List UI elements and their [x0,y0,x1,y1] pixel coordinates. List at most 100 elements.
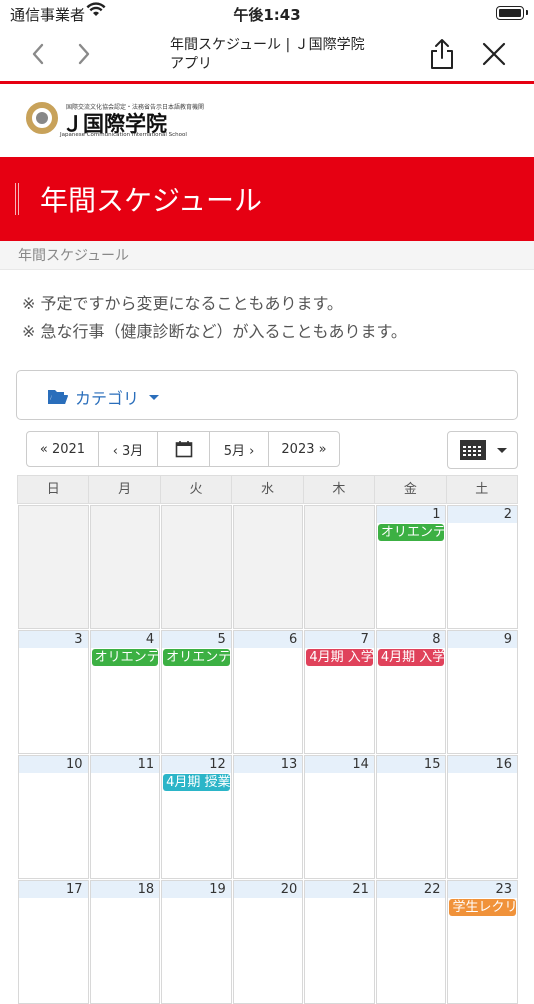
back-button[interactable] [22,38,54,70]
banner-title: 年間スケジュール [40,184,263,217]
calendar-event[interactable]: オリエンテーション [377,524,445,541]
day-number: 8 [376,631,446,648]
today-button[interactable] [158,432,210,466]
clock: 午後1:43 [233,6,301,24]
calendar-day[interactable]: 16 [447,755,519,879]
note-line: ※ 予定ですから変更になることもあります。 [22,294,343,313]
breadcrumb: 年間スケジュール [0,241,534,270]
prev-month-button[interactable]: ‹ 3月 [99,432,158,466]
calendar-day[interactable]: 6 [232,630,304,754]
share-button[interactable] [426,38,458,70]
browser-toolbar: 年間スケジュール | Ｊ国際学院アプリ [0,28,534,84]
calendar-day[interactable]: 23学生レクリエーション [447,880,519,1004]
weekday-header: 日月火水木金 土 [17,475,518,504]
day-number: 1 [376,506,446,523]
calendar-day [18,505,89,629]
day-number: 20 [233,881,303,898]
day-number: 17 [19,881,88,898]
calendar-day[interactable]: 3 [18,630,89,754]
calendar-day[interactable]: 15 [375,755,447,879]
category-label: カテゴリ [75,389,140,408]
calendar-day[interactable]: 18 [89,880,161,1004]
calendar-day[interactable]: 9 [447,630,519,754]
day-number: 6 [233,631,303,648]
day-number: 11 [90,756,160,773]
day-number: 23 [448,881,518,898]
day-number: 18 [90,881,160,898]
notes: ※ 予定ですから変更になることもあります。 ※ 急な行事（健康診断など）が入るこ… [22,290,407,346]
calendar-day[interactable]: 17 [18,880,89,1004]
next-month-button[interactable]: 5月 › [210,432,269,466]
school-logo[interactable]: 国際交流文化協会認定・法務省告示日本語教育機関 Ｊ国際学院 Japanese C… [26,96,204,144]
calendar-week: 17181920212223学生レクリエーション [17,879,519,1004]
calendar-day[interactable]: 1オリエンテーション [375,505,447,629]
calendar-icon [175,441,192,458]
calendar-day [89,505,161,629]
calendar-day[interactable]: 124月期 授業開始 [161,755,232,879]
calendar-day[interactable]: 13 [232,755,304,879]
calendar-week: 1オリエンテーション2 [17,504,519,629]
chevron-right-icon [78,43,90,65]
caret-down-icon [149,394,160,400]
weekday-label: 土 [475,482,489,497]
calendar-day[interactable]: 10 [18,755,89,879]
day-number: 22 [376,881,446,898]
share-icon [431,39,453,69]
calendar-day[interactable]: 74月期 入学式 [304,630,375,754]
calendar-grid-icon [459,440,486,460]
view-switch-button[interactable] [447,431,518,469]
day-number: 3 [19,631,88,648]
category-filter[interactable]: カテゴリ [16,370,518,420]
page-title: 年間スケジュール | Ｊ国際学院アプリ [170,37,365,72]
calendar-day[interactable]: 20 [232,880,304,1004]
calendar-event[interactable]: 4月期 入学式 [306,649,373,666]
calendar-event[interactable]: 学生レクリエーション [449,899,517,916]
calendar-day[interactable]: 2 [447,505,519,629]
calendar-day[interactable]: 4オリエンテーション [89,630,161,754]
weekday-label: 木 [304,476,376,503]
day-number: 13 [233,756,303,773]
calendar-day[interactable]: 14 [304,755,375,879]
calendar-day[interactable]: 22 [375,880,447,1004]
weekday-label: 金 [375,476,447,503]
calendar-event[interactable]: オリエンテーション [91,649,159,666]
calendar: 日月火水木金土 1オリエンテーション234オリエンテーション5オリエンテーション… [17,475,519,1004]
logo-subtitle: Japanese Communication International Sch… [60,132,187,138]
calendar-event[interactable]: 4月期 授業開始 [163,774,230,791]
day-number: 9 [448,631,518,648]
calendar-day [304,505,375,629]
calendar-day [161,505,232,629]
day-number: 14 [305,756,374,773]
calendar-week: 1011124月期 授業開始13141516 [17,754,519,879]
day-number: 15 [376,756,446,773]
calendar-event[interactable]: 4月期 入学式 [377,649,445,666]
day-number: 5 [162,631,231,648]
chevron-left-icon [32,43,44,65]
folder-open-icon [48,390,68,404]
note-line: ※ 急な行事（健康診断など）が入ることもあります。 [22,322,407,341]
calendar-nav: « 2021 ‹ 3月 5月 › 2023 » [26,431,340,467]
logo-mark-icon [26,102,58,134]
calendar-day[interactable]: 11 [89,755,161,879]
next-year-button[interactable]: 2023 » [269,432,339,466]
forward-button[interactable] [68,38,100,70]
prev-year-button[interactable]: « 2021 [27,432,99,466]
caret-down-icon [496,447,507,453]
weekday-label: 水 [232,476,304,503]
day-number: 19 [162,881,231,898]
day-number: 21 [305,881,374,898]
day-number: 7 [305,631,374,648]
calendar-week: 34オリエンテーション5オリエンテーション674月期 入学式84月期 入学式9 [17,629,519,754]
day-number: 12 [162,756,231,773]
calendar-day[interactable]: 5オリエンテーション [161,630,232,754]
close-button[interactable] [478,38,510,70]
breadcrumb-item[interactable]: 年間スケジュール [18,245,129,265]
calendar-day[interactable]: 21 [304,880,375,1004]
calendar-event[interactable]: オリエンテーション [163,649,230,666]
calendar-day[interactable]: 84月期 入学式 [375,630,447,754]
close-icon [482,42,506,66]
banner-decoration [15,183,19,215]
calendar-day [232,505,304,629]
calendar-day[interactable]: 19 [161,880,232,1004]
day-number: 10 [19,756,88,773]
